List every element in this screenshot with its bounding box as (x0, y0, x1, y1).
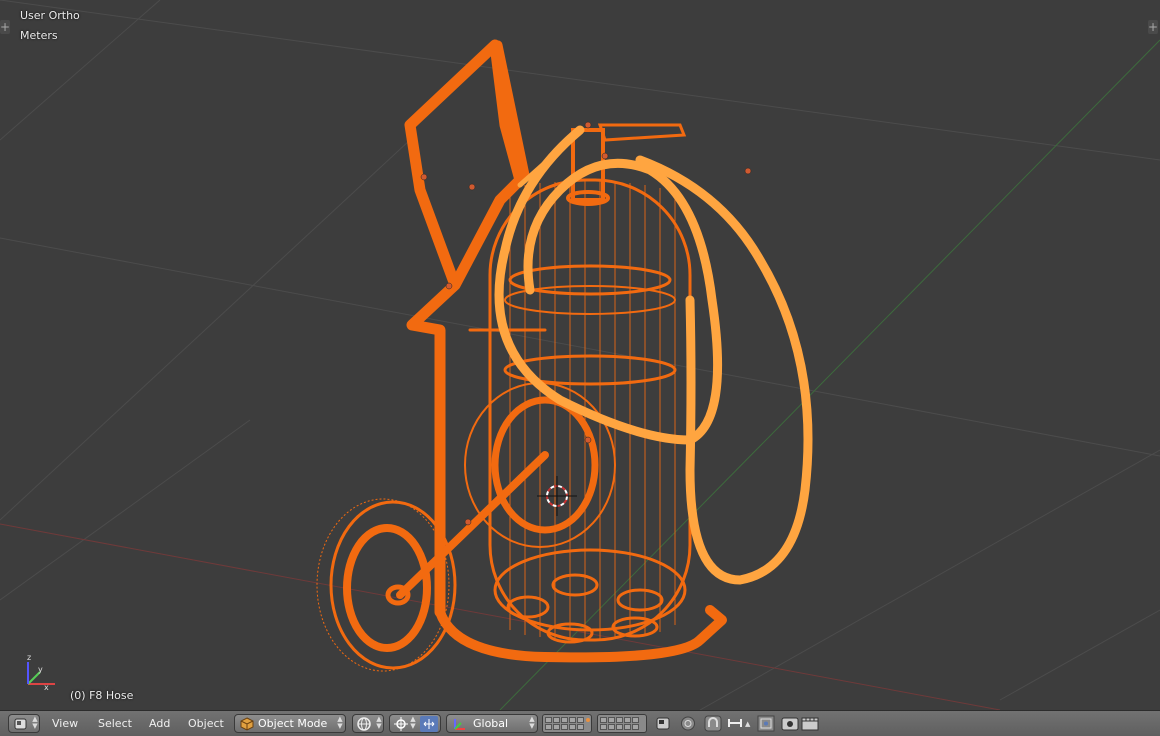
menu-select[interactable]: Select (98, 716, 132, 732)
mode-label: Object Mode (258, 717, 328, 730)
dropdown-arrows-icon: ▲ ▼ (410, 715, 416, 730)
svg-text:y: y (38, 665, 43, 674)
axis-gizmo: z y x (27, 653, 55, 692)
layers-group-2[interactable] (597, 714, 647, 733)
region-toggle-plus-icon[interactable]: + (1148, 20, 1158, 34)
pivot-point-button[interactable]: ▲ ▼ (389, 714, 441, 733)
mode-selector[interactable]: Object Mode ▲ ▼ (234, 714, 346, 733)
sphere-shading-icon (357, 717, 371, 731)
snap-element-icon[interactable]: ▲ (726, 715, 754, 732)
render-animation-icon[interactable] (801, 715, 819, 732)
dropdown-arrows-icon: ▲ ▼ (376, 715, 382, 730)
scene-wireframe[interactable]: z y x (0, 0, 1160, 710)
viewport-shading-button[interactable]: ▲ ▼ (352, 714, 384, 733)
region-toggle-plus-icon[interactable]: + (0, 20, 10, 34)
hose[interactable] (494, 125, 813, 585)
opengl-render-icon[interactable] (781, 715, 799, 732)
manipulator-icon[interactable] (420, 716, 438, 732)
3d-viewport[interactable]: z y x User Ortho Meters (0) F8 Hose + + (0, 0, 1160, 710)
active-layer-dot (586, 718, 590, 722)
3d-view-icon (14, 718, 27, 730)
snap-icon[interactable] (704, 715, 722, 732)
transform-orientation-selector[interactable]: Global ▲ ▼ (446, 714, 538, 733)
dropdown-arrows-icon: ▲ ▼ (529, 715, 535, 730)
pivot-point-icon (394, 717, 408, 731)
dropdown-arrows-icon: ▲ ▼ (337, 715, 343, 730)
front-wheel[interactable] (316, 498, 457, 672)
editor-type-button[interactable]: ▲ ▼ (8, 714, 40, 733)
dropdown-arrows-icon: ▲ ▼ (32, 715, 38, 730)
y-axis-line (499, 39, 1160, 710)
menu-object[interactable]: Object (188, 716, 224, 732)
menu-add[interactable]: Add (149, 716, 170, 732)
viewport-header: ▲ ▼ View Select Add Object Object Mode ▲ ▼… (0, 710, 1160, 736)
svg-text:x: x (44, 683, 49, 692)
orientation-icon (454, 719, 465, 730)
view-name-label: User Ortho (20, 9, 80, 22)
object-origins (420, 121, 752, 526)
menu-view[interactable]: View (52, 716, 78, 732)
svg-text:z: z (27, 653, 31, 662)
proportional-edit-icon[interactable] (679, 715, 697, 732)
lock-icon[interactable] (654, 715, 672, 732)
selection-info: (0) F8 Hose (70, 689, 134, 702)
orientation-label: Global (473, 717, 509, 730)
snap-target-icon[interactable] (757, 715, 775, 732)
layers-group-1[interactable] (542, 714, 592, 733)
cube-icon (240, 717, 254, 731)
svg-text:▲: ▲ (745, 720, 751, 728)
x-axis-line (0, 523, 1001, 710)
units-label: Meters (20, 29, 58, 42)
3d-cursor[interactable] (537, 476, 577, 516)
